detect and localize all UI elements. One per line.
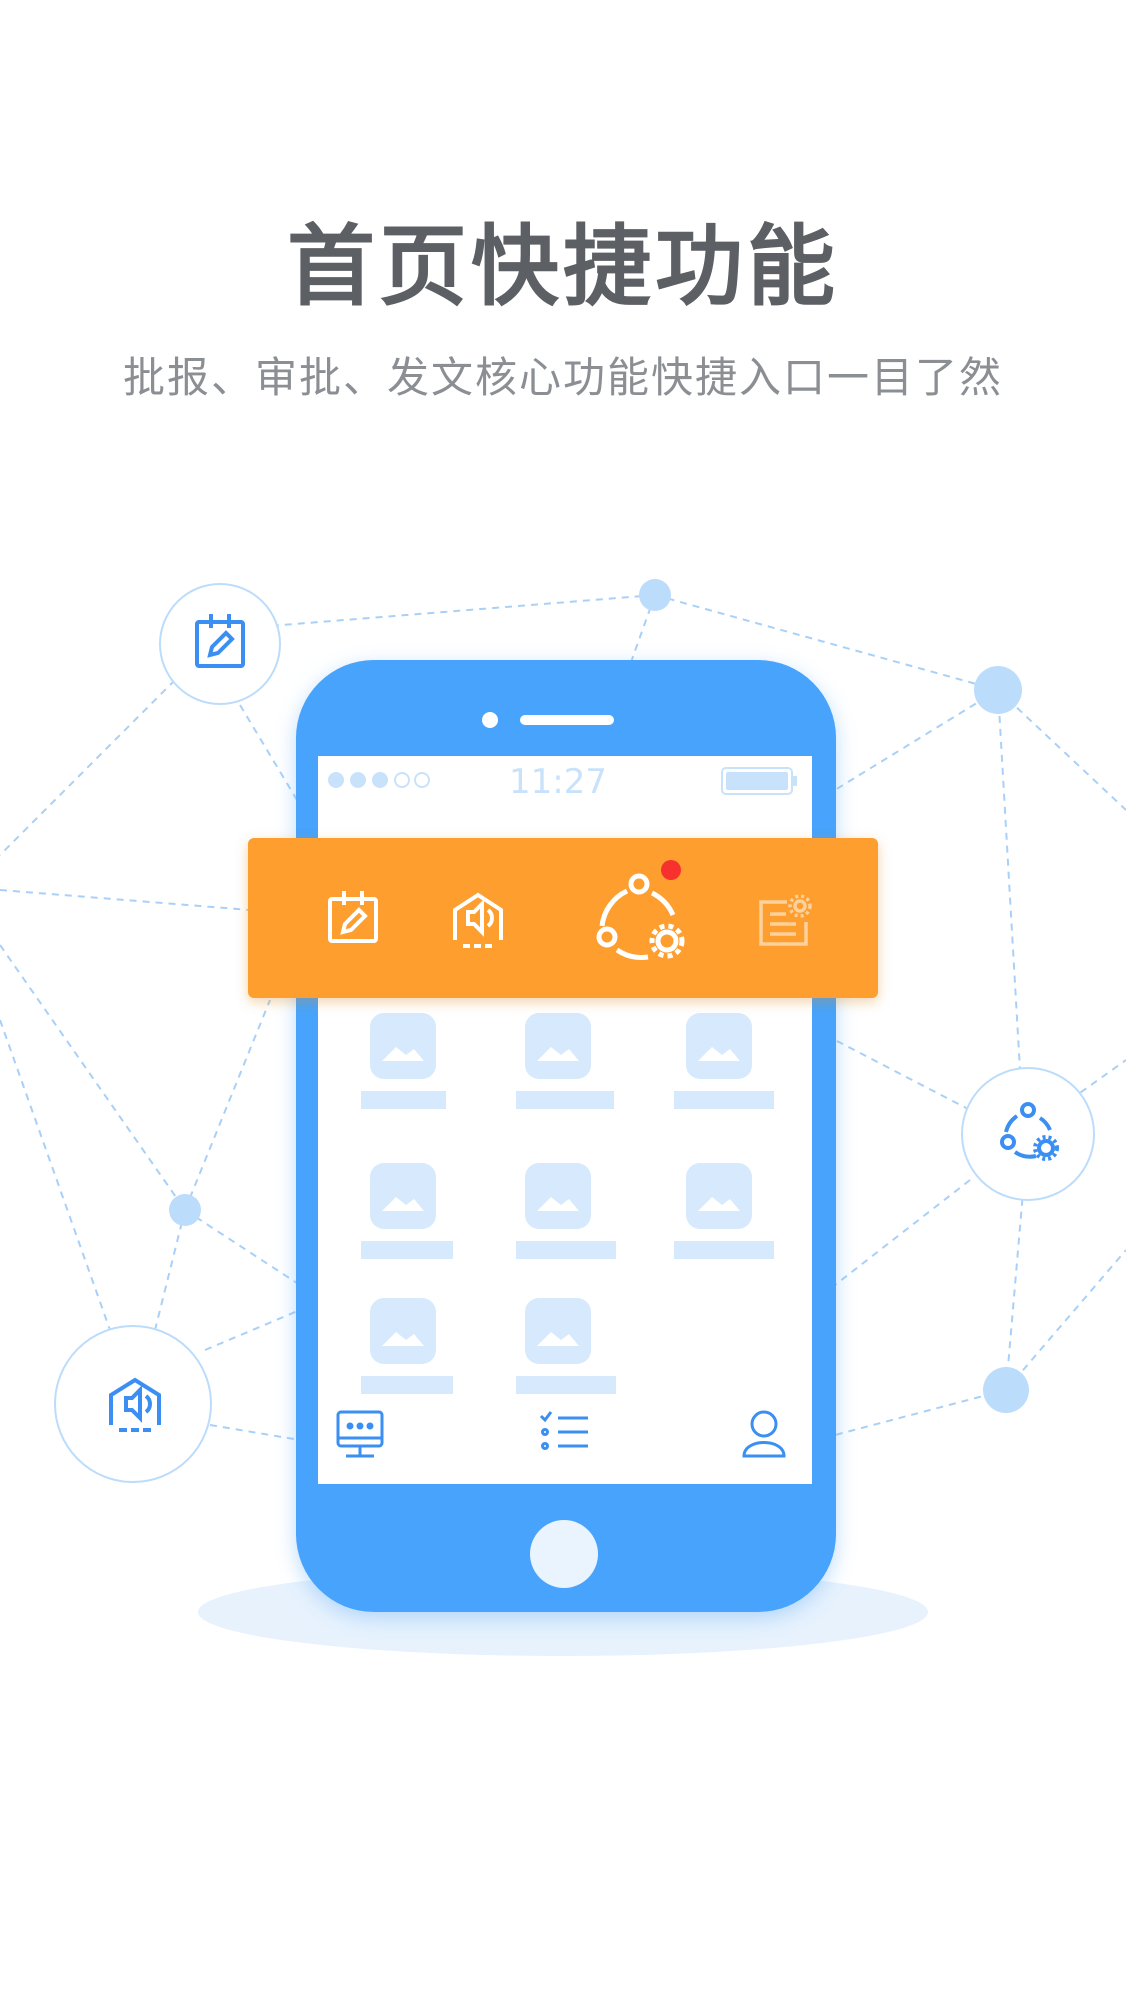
status-time: 11:27: [509, 762, 607, 802]
floating-announcement-icon: [54, 1325, 212, 1483]
quick-function-bar: [248, 838, 878, 998]
phone-speaker: [520, 715, 614, 725]
home-button[interactable]: [530, 1520, 598, 1588]
notification-badge: [661, 860, 681, 880]
app-tile[interactable]: [361, 1013, 446, 1109]
phone-camera: [482, 712, 498, 728]
phone: 11:27: [296, 660, 836, 1612]
illustration: 11:27: [0, 579, 1126, 1656]
floating-workflow-icon: [961, 1067, 1095, 1201]
floating-report-icon: [159, 583, 281, 705]
